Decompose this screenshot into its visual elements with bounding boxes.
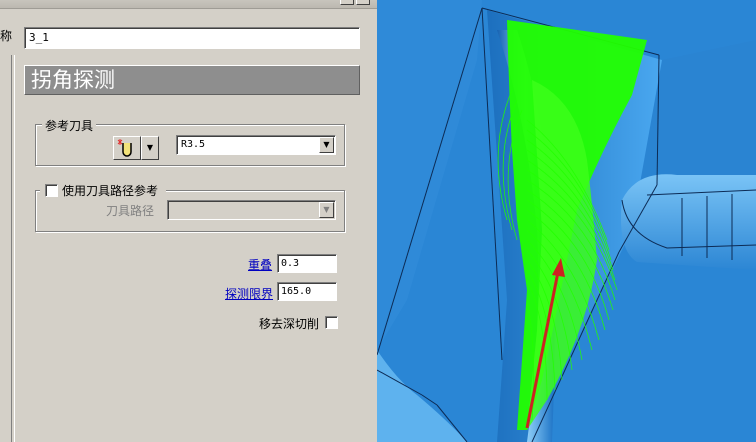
- remove-gouge-label: 移去深切削: [259, 317, 320, 331]
- reference-tool-value: R3.5: [181, 139, 206, 150]
- tool-dropdown-arrow[interactable]: ▼: [141, 136, 159, 160]
- title-bar: [0, 0, 377, 9]
- ball-nose-tool-icon: [117, 139, 132, 157]
- use-toolpath-reference-checkbox[interactable]: [45, 184, 58, 197]
- left-divider: [11, 55, 15, 442]
- use-toolpath-reference-label: 使用刀具路径参考: [62, 184, 159, 198]
- tool-select-button[interactable]: [113, 136, 141, 160]
- detection-limit-link[interactable]: 探测限界: [225, 285, 273, 302]
- page-title: 拐角探测: [24, 65, 360, 95]
- model-render: [377, 0, 756, 442]
- corner-detection-dialog: ? ✕ 称 3_1 拐角探测 参考刀具 ▼ R3.5 ▼ 使用刀具路径参考 刀具…: [0, 0, 377, 442]
- cylinder-boss: [621, 174, 756, 270]
- overlap-link[interactable]: 重叠: [248, 256, 272, 273]
- chevron-down-icon: ▼: [319, 202, 334, 218]
- detection-limit-input[interactable]: 165.0: [277, 282, 337, 301]
- toolpath-label: 刀具路径: [106, 204, 155, 218]
- name-input[interactable]: 3_1: [24, 27, 360, 49]
- 3d-viewport[interactable]: [377, 0, 756, 442]
- toolpath-select: ▼: [167, 200, 336, 220]
- remove-gouge-checkbox[interactable]: [325, 316, 338, 329]
- help-button[interactable]: ?: [340, 0, 354, 5]
- reference-tool-select[interactable]: R3.5 ▼: [176, 135, 336, 155]
- close-button[interactable]: ✕: [356, 0, 370, 5]
- chevron-down-icon[interactable]: ▼: [319, 137, 334, 153]
- toolpath-value: [168, 201, 335, 207]
- name-label: 称: [0, 29, 13, 43]
- overlap-input[interactable]: 0.3: [277, 254, 337, 273]
- reference-tool-legend: 参考刀具: [42, 117, 97, 134]
